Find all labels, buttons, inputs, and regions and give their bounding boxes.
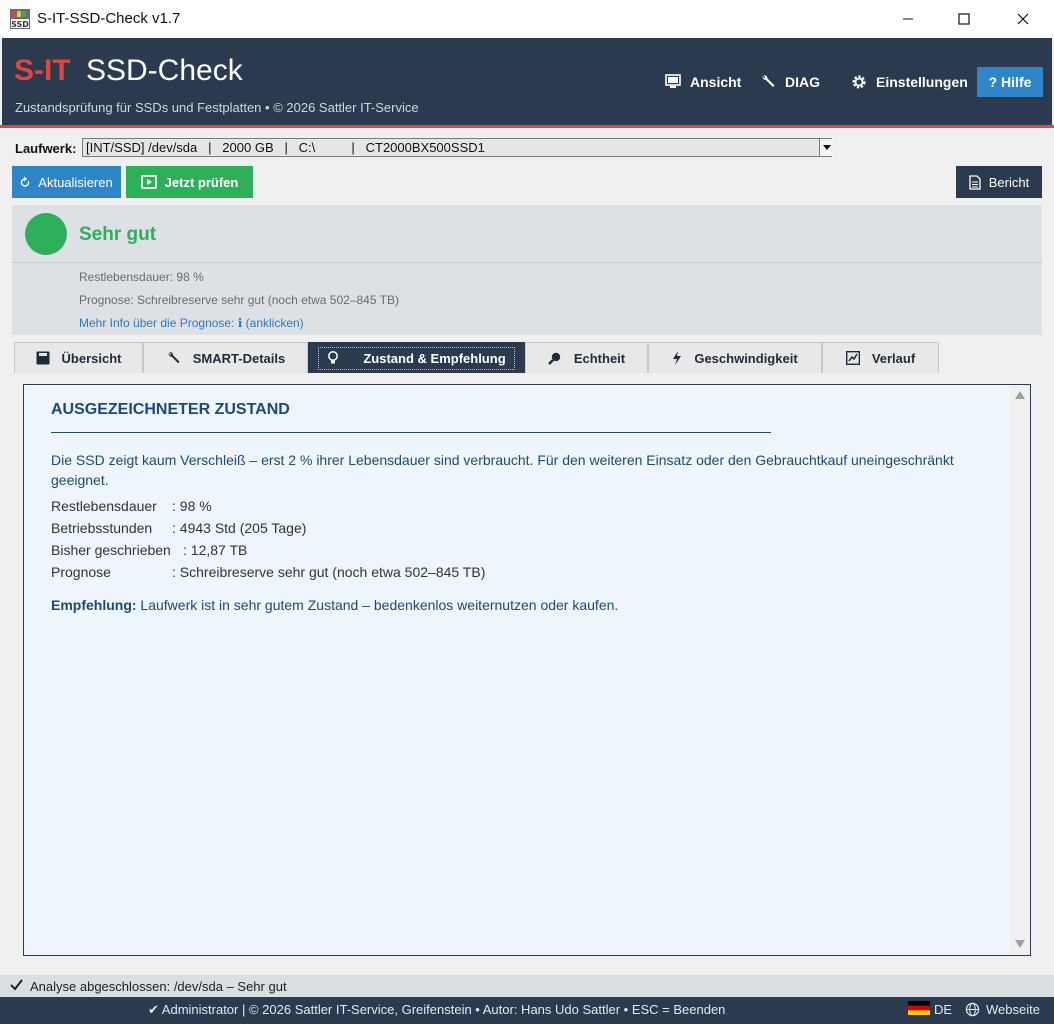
tab-smart-details[interactable]: SMART-Details [143, 342, 308, 373]
drive-icon [36, 351, 50, 365]
header-accent-line [0, 125, 1054, 128]
wrench-icon [168, 351, 180, 363]
header-subtitle: Zustandsprüfung für SSDs und Festplatten… [15, 100, 419, 115]
gear-icon [852, 75, 866, 89]
status-indicator [25, 213, 67, 255]
detail-value: : 12,87 TB [183, 542, 248, 558]
status-prognose: Prognose: Schreibreserve sehr gut (noch … [79, 293, 399, 307]
tab-label: Echtheit [573, 350, 626, 366]
tab-label: Geschwindigkeit [694, 350, 798, 366]
tab-label: SMART-Details [192, 350, 286, 366]
monitor-icon [665, 74, 681, 88]
diag-button[interactable]: DIAG [760, 67, 820, 97]
laufwerk-label: Laufwerk: [15, 141, 77, 156]
tab-echtheit[interactable]: Echtheit [525, 342, 648, 373]
close-button[interactable] [994, 0, 1052, 38]
vertical-scrollbar[interactable] [1010, 385, 1030, 955]
empfehlung: Empfehlung: Laufwerk ist in sehr gutem Z… [51, 597, 618, 613]
minimize-button[interactable] [879, 0, 937, 38]
play-icon [140, 175, 157, 189]
wrench-icon [762, 75, 775, 87]
content-description: Die SSD zeigt kaum Verschleiß – erst 2 %… [51, 452, 954, 488]
detail-value: : 98 % [172, 498, 212, 514]
jetzt-pruefen-button[interactable]: Jetzt prüfen [126, 166, 253, 198]
magnifier-icon [547, 352, 561, 365]
tab-geschwindigkeit[interactable]: Geschwindigkeit [648, 342, 822, 373]
content-heading: AUSGEZEICHNETER ZUSTAND [51, 401, 290, 418]
aktualisieren-button[interactable]: Aktualisieren [12, 166, 121, 198]
status-label: Sehr gut [79, 224, 157, 245]
tab-label: Zustand & Empfehlung [363, 350, 506, 366]
einstellungen-button[interactable]: Einstellungen [851, 67, 968, 97]
refresh-icon [21, 176, 30, 187]
diag-label: DIAG [785, 74, 820, 90]
detail-key: Bisher geschrieben [51, 542, 171, 558]
drive-select[interactable]: [INT/SSD] /dev/sda | 2000 GB | C:\ | CT2… [82, 138, 832, 157]
checkmark-icon [10, 979, 23, 991]
detail-key: Restlebensdauer [51, 498, 157, 514]
german-flag-icon[interactable] [908, 1001, 930, 1015]
chart-icon [845, 351, 860, 365]
website-link[interactable]: Webseite [986, 1002, 1040, 1017]
lightbulb-icon [328, 351, 339, 364]
status-restlebensdauer: Restlebensdauer: 98 % [79, 270, 204, 284]
lightning-icon [673, 351, 682, 365]
jetzt-pruefen-label: Jetzt prüfen [164, 174, 239, 190]
aktualisieren-label: Aktualisieren [38, 174, 113, 190]
minimize-icon [903, 18, 913, 20]
tab-focus-frame: Zustand & Empfehlung [318, 346, 515, 370]
detail-value: : Schreibreserve sehr gut (noch etwa 502… [172, 564, 486, 580]
einstellungen-label: Einstellungen [876, 74, 968, 90]
svg-text:SSD: SSD [11, 20, 29, 29]
bericht-label: Bericht [988, 174, 1030, 190]
empfehlung-text: Laufwerk ist in sehr gutem Zustand – bed… [136, 597, 619, 613]
ansicht-label: Ansicht [690, 74, 742, 90]
status-divider [12, 262, 1042, 263]
ssd-app-icon: SSD [10, 9, 30, 29]
empfehlung-label: Empfehlung: [51, 597, 137, 613]
language-switch[interactable]: DE [934, 1002, 952, 1017]
brand-prefix: S-IT [14, 54, 71, 87]
detail-key: Betriebsstunden [51, 520, 153, 536]
close-icon [1017, 13, 1029, 25]
detail-key: Prognose [51, 564, 111, 580]
heading-rule [51, 432, 771, 433]
tab-zustand-empfehlung[interactable]: Zustand & Empfehlung [308, 342, 525, 373]
brand-name: SSD-Check [86, 54, 243, 87]
detail-value: : 4943 Std (205 Tage) [172, 520, 307, 536]
prognose-info-link[interactable]: Mehr Info über die Prognose: ℹ (anklicke… [79, 316, 304, 330]
chevron-down-icon [822, 145, 831, 150]
tab-verlauf[interactable]: Verlauf [822, 342, 939, 373]
tab-label: Verlauf [871, 350, 916, 366]
footer-text: ✔ Administrator | © 2026 Sattler IT-Serv… [148, 1002, 726, 1017]
globe-icon [965, 1002, 980, 1017]
bericht-button[interactable]: Bericht [956, 166, 1042, 198]
maximize-icon [958, 13, 970, 25]
window-title: S-IT-SSD-Check v1.7 [37, 10, 181, 27]
status-bar-text: Analyse abgeschlossen: /dev/sda – Sehr g… [30, 979, 287, 994]
tab-uebersicht[interactable]: Übersicht [14, 342, 143, 373]
scroll-down-arrow-icon[interactable] [1015, 940, 1025, 948]
drive-select-dropdown[interactable] [819, 139, 833, 156]
hilfe-button[interactable]: ? Hilfe [977, 67, 1043, 97]
tab-label: Übersicht [61, 350, 122, 366]
maximize-button[interactable] [935, 0, 993, 38]
scroll-up-arrow-icon[interactable] [1015, 391, 1025, 399]
document-icon [969, 174, 981, 190]
ansicht-button[interactable]: Ansicht [665, 67, 741, 97]
